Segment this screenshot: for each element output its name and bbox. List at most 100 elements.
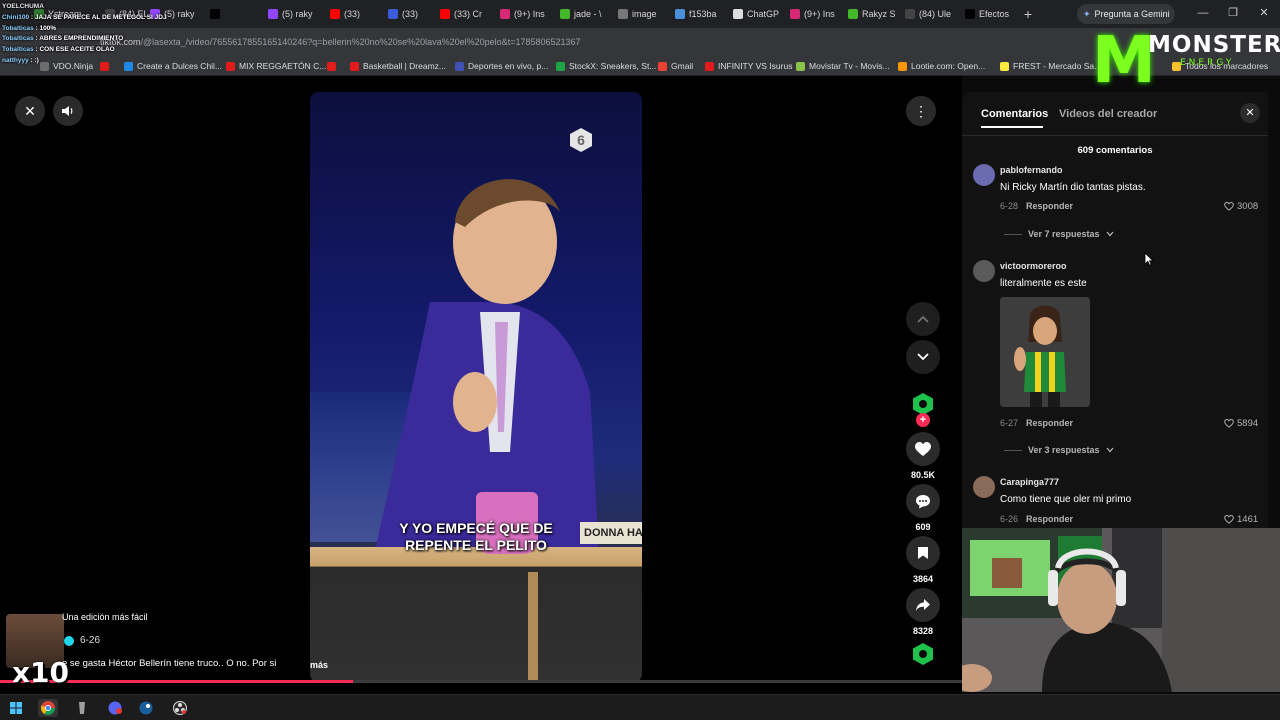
comment-attached-image[interactable] [1000, 297, 1090, 407]
monster-wordmark: MONSTER [1148, 32, 1280, 58]
taskbar-chrome[interactable] [38, 699, 58, 717]
comment-like[interactable]: 1461 [1224, 514, 1258, 525]
streamer-webcam [962, 528, 1280, 692]
taskbar-steam[interactable] [136, 699, 156, 717]
view-replies-button[interactable]: Ver 7 respuestas [1004, 229, 1114, 239]
svg-text:6: 6 [577, 132, 585, 148]
avatar[interactable] [973, 260, 995, 282]
video-author[interactable]: Una edición más fácil [62, 612, 148, 622]
bookmark-item[interactable]: Movistar Tv - Movis... [796, 59, 890, 73]
tab-comments[interactable]: Comentarios [981, 108, 1048, 120]
close-comments-button[interactable]: ✕ [1240, 103, 1260, 123]
video-frame[interactable]: 6 DONNA HA Y YO EMPECÉ QUE DE REPENTE EL… [310, 92, 642, 682]
browser-tab[interactable]: (33) [388, 4, 442, 24]
bookmark-item[interactable]: Lootie.com: Open... [898, 59, 985, 73]
comment-like[interactable]: 5894 [1224, 418, 1258, 429]
browser-tab[interactable]: Rakyz S [848, 4, 902, 24]
chat-username: Tobalticas [2, 35, 34, 43]
taskbar-app-2[interactable] [72, 699, 92, 717]
bookmark-item[interactable]: Deportes en vivo, p... [455, 59, 548, 73]
save-button[interactable] [906, 536, 940, 570]
close-player-button[interactable]: ✕ [15, 96, 45, 126]
url-field[interactable]: tiktok.com/@lasexta_/video/7655617855165… [100, 34, 1060, 50]
restore-button[interactable]: ❐ [1222, 4, 1244, 22]
tab-creator-videos[interactable]: Videos del creador [1059, 108, 1157, 120]
browser-tab[interactable]: (33) [330, 4, 384, 24]
browser-tab[interactable]: jade - \ [560, 4, 614, 24]
chat-username: natthyyy [2, 56, 29, 64]
avatar[interactable] [973, 164, 995, 186]
browser-tab[interactable]: (9+) Ins [790, 4, 844, 24]
previous-video-button[interactable] [906, 302, 940, 336]
chat-username: Tobalticas [2, 46, 34, 54]
avatar[interactable] [973, 476, 995, 498]
taskbar-obs[interactable] [170, 699, 190, 717]
browser-tab[interactable]: (9+) Ins [500, 4, 554, 24]
save-action[interactable]: 3864 [906, 536, 940, 584]
bookmark-item[interactable]: FREST - Mercado Sa... [1000, 59, 1101, 73]
bookmark-item[interactable] [327, 59, 340, 73]
comment-button[interactable] [906, 484, 940, 518]
mouse-cursor-icon [1144, 252, 1154, 266]
music-disc-icon[interactable] [911, 642, 935, 666]
browser-tab[interactable]: image [618, 4, 672, 24]
tab-label: (9+) Ins [514, 9, 545, 19]
new-tab-button[interactable]: + [1020, 4, 1036, 24]
follow-button[interactable]: + [916, 413, 930, 427]
monster-energy-logo: M MONSTER ENERGY [1088, 22, 1280, 100]
video-date-text: 6-26 [80, 635, 101, 646]
bookmark-item[interactable]: Basketball | Dreamz... [350, 59, 446, 73]
bookmark-favicon-icon [796, 61, 805, 71]
tab-favicon-icon [388, 9, 398, 19]
description-more-link[interactable]: más [310, 660, 328, 670]
browser-tab[interactable]: ChatGP [733, 4, 787, 24]
bookmark-item[interactable]: Gmail [658, 59, 693, 73]
bookmark-item[interactable]: StockX: Sneakers, St... [556, 59, 656, 73]
comment-username[interactable]: pablofernando [1000, 165, 1063, 175]
comment-date: 6-28 [1000, 201, 1019, 211]
next-video-button[interactable] [906, 340, 940, 374]
start-button[interactable] [6, 699, 26, 717]
tab-label: (33) Cr [454, 9, 483, 19]
tab-label: (5) raky [282, 9, 313, 19]
tab-label: (84) Ule [919, 9, 952, 19]
view-replies-button[interactable]: Ver 3 respuestas [1004, 445, 1114, 455]
browser-tab[interactable]: (84) Ule [905, 4, 959, 24]
browser-tab[interactable]: (5) raky [268, 4, 322, 24]
comment-username[interactable]: victoormoreroo [1000, 261, 1067, 271]
share-button[interactable] [906, 588, 940, 622]
gemini-label: Pregunta a Gemini [1094, 9, 1170, 19]
volume-button[interactable] [53, 96, 83, 126]
browser-tab[interactable]: f153ba [675, 4, 729, 24]
browser-tab[interactable]: (33) Cr [440, 4, 494, 24]
like-button[interactable] [906, 432, 940, 466]
browser-tab[interactable]: Efectos [965, 4, 1019, 24]
comment-username[interactable]: Carapinga777 [1000, 477, 1059, 487]
gemini-button[interactable]: ✦ Pregunta a Gemini [1077, 4, 1175, 24]
taskbar-app-3[interactable] [105, 699, 125, 717]
video-description: e se gasta Héctor Bellerín tiene truco..… [62, 658, 277, 669]
tab-favicon-icon [500, 9, 510, 19]
close-window-button[interactable]: ✕ [1253, 4, 1275, 22]
subtitle-line-1: Y YO EMPECÉ QUE DE [399, 520, 553, 536]
bookmark-item[interactable]: INFINITY VS Isurus [705, 59, 792, 73]
tab-label: ChatGP [747, 9, 780, 19]
tab-favicon-icon [790, 9, 800, 19]
bookmark-item[interactable]: MIX REGGAETÓN C... [226, 59, 326, 73]
stream-emote: x10 [6, 614, 69, 690]
video-nameplate: DONNA HA [580, 522, 642, 544]
reply-button[interactable]: Responder [1026, 418, 1073, 428]
heart-icon [915, 441, 931, 456]
minimize-button[interactable]: — [1192, 4, 1214, 22]
more-options-button[interactable]: ⋮ [906, 96, 936, 126]
like-action[interactable]: 80.5K [906, 432, 940, 480]
reply-button[interactable]: Responder [1026, 514, 1073, 524]
chat-text: CON ESE ACEITE OLAO [39, 46, 115, 54]
share-action[interactable]: 8328 [906, 588, 940, 636]
view-replies-label: Ver 3 respuestas [1028, 445, 1100, 455]
comment-like[interactable]: 3008 [1224, 201, 1258, 212]
comment-action[interactable]: 609 [906, 484, 940, 532]
reply-button[interactable]: Responder [1026, 201, 1073, 211]
progress-bar[interactable] [0, 680, 962, 683]
bookmark-label: StockX: Sneakers, St... [569, 61, 657, 71]
